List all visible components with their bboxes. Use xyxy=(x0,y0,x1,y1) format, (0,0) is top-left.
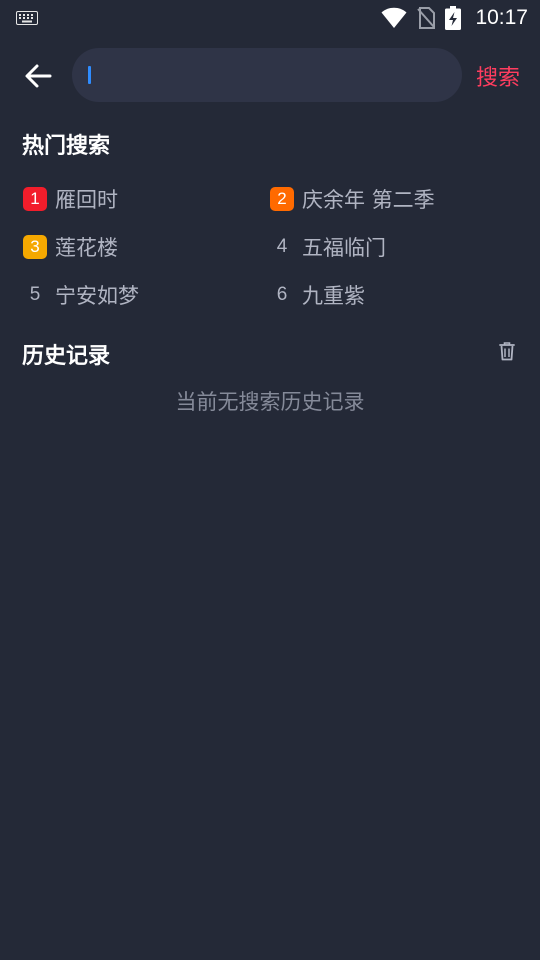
hot-search-item[interactable]: 6 九重紫 xyxy=(270,280,365,310)
hot-search-label: 莲花楼 xyxy=(55,236,118,260)
back-arrow-icon xyxy=(25,64,52,88)
hot-search-item[interactable]: 5 宁安如梦 xyxy=(23,280,139,310)
trash-icon[interactable] xyxy=(496,340,518,362)
no-sim-icon xyxy=(417,7,436,29)
rank-badge: 3 xyxy=(23,235,47,259)
history-empty-text: 当前无搜索历史记录 xyxy=(175,390,365,414)
hot-search-label: 五福临门 xyxy=(302,236,386,260)
rank-badge: 1 xyxy=(23,187,47,211)
history-title: 历史记录 xyxy=(22,344,111,369)
hot-search-item[interactable]: 2 庆余年 第二季 xyxy=(270,184,435,214)
keyboard-icon xyxy=(16,11,38,25)
hot-search-item[interactable]: 3 莲花楼 xyxy=(23,232,118,262)
rank-badge: 2 xyxy=(270,187,294,211)
search-input[interactable] xyxy=(86,48,448,102)
hot-search-label: 宁安如梦 xyxy=(55,284,139,308)
hot-search-title: 热门搜索 xyxy=(22,134,111,159)
hot-search-item[interactable]: 1 雁回时 xyxy=(23,184,118,214)
search-submit-button[interactable]: 搜索 xyxy=(476,60,520,92)
rank-number: 5 xyxy=(29,284,41,305)
hot-search-label: 九重紫 xyxy=(302,284,365,308)
battery-charging-icon xyxy=(445,6,462,30)
search-header: 搜索 xyxy=(0,44,540,106)
hot-search-label: 庆余年 第二季 xyxy=(302,188,435,212)
search-box[interactable] xyxy=(72,48,462,102)
status-time: 10:17 xyxy=(475,6,528,29)
wifi-icon xyxy=(381,7,407,28)
hot-search-label: 雁回时 xyxy=(55,188,118,212)
back-button[interactable] xyxy=(20,58,56,94)
hot-search-item[interactable]: 4 五福临门 xyxy=(270,232,386,262)
rank-number: 6 xyxy=(276,284,288,305)
status-bar: 10:17 xyxy=(0,0,540,36)
text-caret xyxy=(88,66,91,84)
rank-number: 4 xyxy=(276,236,288,257)
